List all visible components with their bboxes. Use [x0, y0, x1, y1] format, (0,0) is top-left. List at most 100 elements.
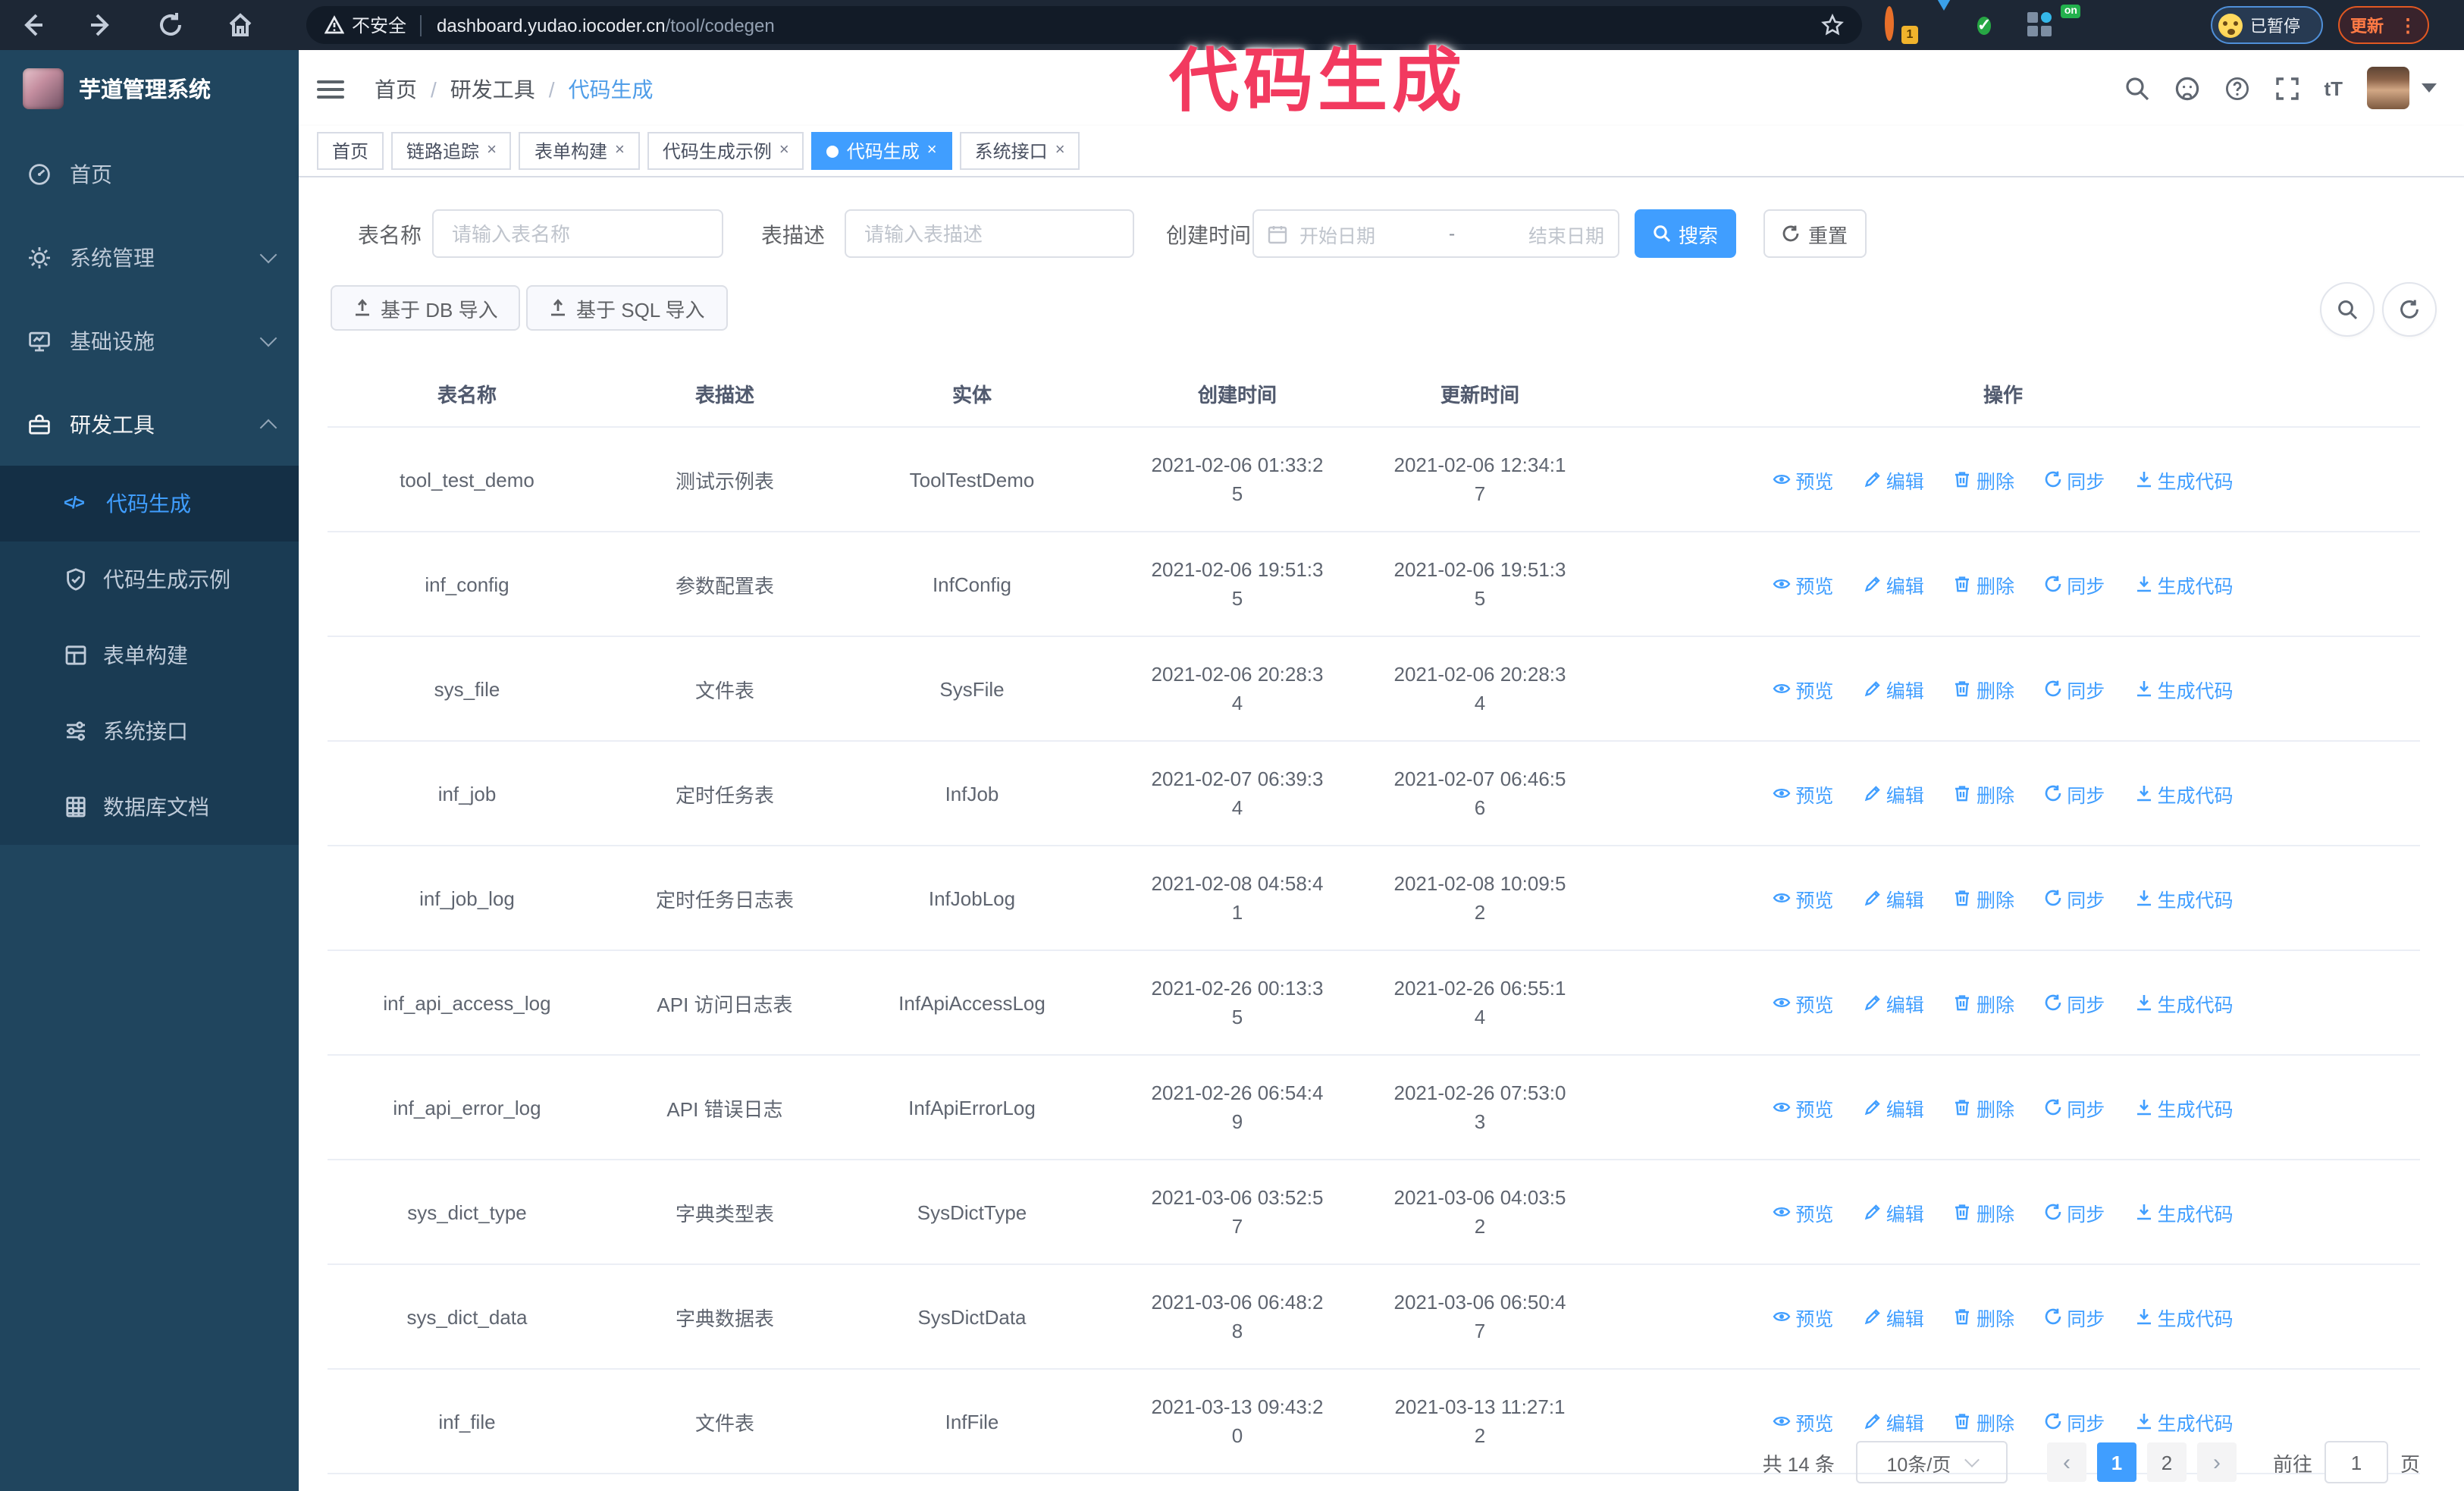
sync-link[interactable]: 同步: [2044, 1407, 2105, 1436]
tab-form-builder[interactable]: 表单构建 ×: [519, 132, 640, 170]
edit-link[interactable]: 编辑: [1864, 1407, 1924, 1436]
fullscreen-icon[interactable]: [2274, 75, 2299, 101]
table-name-input[interactable]: [432, 209, 723, 258]
sync-link[interactable]: 同步: [2044, 1093, 2105, 1122]
sidebar-item-infra[interactable]: 基础设施: [0, 299, 299, 382]
next-page-button[interactable]: ›: [2196, 1442, 2237, 1482]
address-bar[interactable]: 不安全 dashboard.yudao.iocoder.cn /tool/cod…: [306, 6, 1862, 44]
close-icon[interactable]: ×: [927, 142, 937, 159]
sync-link[interactable]: 同步: [2044, 1302, 2105, 1331]
create-time-range-picker[interactable]: 开始日期 - 结束日期: [1252, 209, 1619, 258]
tab-tracing[interactable]: 链路追踪 ×: [391, 132, 512, 170]
close-icon[interactable]: ×: [487, 142, 497, 159]
delete-link[interactable]: 删除: [1954, 988, 2014, 1017]
preview-link[interactable]: 预览: [1773, 884, 1833, 912]
preview-link[interactable]: 预览: [1773, 1407, 1833, 1436]
sidebar-item-codegen[interactable]: </> 代码生成: [0, 466, 299, 541]
user-menu-caret-icon[interactable]: [2422, 83, 2437, 93]
tab-home[interactable]: 首页: [317, 132, 384, 170]
delete-link[interactable]: 删除: [1954, 884, 2014, 912]
sidebar-item-system-api[interactable]: 系统接口: [0, 693, 299, 769]
extension-icon-green[interactable]: [2126, 11, 2155, 39]
hamburger-icon[interactable]: [317, 76, 344, 100]
preview-link[interactable]: 预览: [1773, 570, 1833, 598]
sync-link[interactable]: 同步: [2044, 988, 2105, 1017]
browser-reload-icon[interactable]: [156, 11, 185, 39]
sync-link[interactable]: 同步: [2044, 465, 2105, 494]
extension-icon-gem[interactable]: [1933, 0, 1962, 39]
toggle-search-button[interactable]: [2320, 282, 2375, 337]
edit-link[interactable]: 编辑: [1864, 884, 1924, 912]
breadcrumb-home[interactable]: 首页: [375, 74, 417, 105]
sidebar-item-devtools[interactable]: 研发工具: [0, 382, 299, 466]
generate-code-link[interactable]: 生成代码: [2135, 570, 2234, 598]
preview-link[interactable]: 预览: [1773, 779, 1833, 808]
font-size-icon[interactable]: tT: [2324, 77, 2343, 99]
sync-link[interactable]: 同步: [2044, 674, 2105, 703]
close-icon[interactable]: ×: [779, 142, 789, 159]
import-sql-button[interactable]: 基于 SQL 导入: [526, 285, 728, 331]
delete-link[interactable]: 删除: [1954, 1198, 2014, 1226]
generate-code-link[interactable]: 生成代码: [2135, 674, 2234, 703]
delete-link[interactable]: 删除: [1954, 1302, 2014, 1331]
edit-link[interactable]: 编辑: [1864, 1198, 1924, 1226]
edit-link[interactable]: 编辑: [1864, 674, 1924, 703]
edit-link[interactable]: 编辑: [1864, 988, 1924, 1017]
delete-link[interactable]: 删除: [1954, 674, 2014, 703]
browser-back-icon[interactable]: [18, 11, 47, 39]
edit-link[interactable]: 编辑: [1864, 570, 1924, 598]
breadcrumb-devtools[interactable]: 研发工具: [450, 74, 535, 105]
generate-code-link[interactable]: 生成代码: [2135, 1302, 2234, 1331]
reset-button[interactable]: 重置: [1763, 209, 1867, 258]
extension-icon-check[interactable]: ✓: [1977, 11, 2006, 39]
preview-link[interactable]: 预览: [1773, 1198, 1833, 1226]
table-desc-input[interactable]: [845, 209, 1134, 258]
search-icon[interactable]: [2124, 75, 2149, 101]
edit-link[interactable]: 编辑: [1864, 465, 1924, 494]
tab-system-api[interactable]: 系统接口 ×: [959, 132, 1080, 170]
extension-icon-dark[interactable]: on: [2061, 5, 2103, 39]
generate-code-link[interactable]: 生成代码: [2135, 1093, 2234, 1122]
edit-link[interactable]: 编辑: [1864, 1093, 1924, 1122]
preview-link[interactable]: 预览: [1773, 988, 1833, 1017]
sync-link[interactable]: 同步: [2044, 779, 2105, 808]
page-size-select[interactable]: 10条/页: [1855, 1441, 2008, 1483]
sidebar-item-form-builder[interactable]: 表单构建: [0, 617, 299, 693]
preview-link[interactable]: 预览: [1773, 674, 1833, 703]
goto-page-input[interactable]: [2324, 1441, 2388, 1483]
import-db-button[interactable]: 基于 DB 导入: [331, 285, 521, 331]
extension-icon-orange[interactable]: 1: [1885, 6, 1918, 44]
sidebar-item-codegen-example[interactable]: 代码生成示例: [0, 541, 299, 617]
github-icon[interactable]: [2174, 75, 2199, 101]
sidebar-item-db-doc[interactable]: 数据库文档: [0, 769, 299, 845]
generate-code-link[interactable]: 生成代码: [2135, 988, 2234, 1017]
tab-codegen[interactable]: 代码生成 ×: [811, 132, 952, 170]
preview-link[interactable]: 预览: [1773, 1302, 1833, 1331]
browser-home-icon[interactable]: [226, 11, 255, 39]
browser-forward-icon[interactable]: [86, 11, 115, 39]
delete-link[interactable]: 删除: [1954, 779, 2014, 808]
extension-icon-grid[interactable]: [2026, 11, 2055, 39]
extensions-puzzle-icon[interactable]: [2168, 11, 2197, 39]
close-icon[interactable]: ×: [615, 142, 625, 159]
help-icon[interactable]: [2224, 75, 2249, 101]
delete-link[interactable]: 删除: [1954, 1093, 2014, 1122]
delete-link[interactable]: 删除: [1954, 465, 2014, 494]
profile-paused-badge[interactable]: 已暂停: [2211, 6, 2323, 44]
sidebar-item-system[interactable]: 系统管理: [0, 215, 299, 299]
delete-link[interactable]: 删除: [1954, 570, 2014, 598]
sync-link[interactable]: 同步: [2044, 570, 2105, 598]
generate-code-link[interactable]: 生成代码: [2135, 1407, 2234, 1436]
browser-update-button[interactable]: 更新 ⋮: [2338, 6, 2429, 44]
preview-link[interactable]: 预览: [1773, 465, 1833, 494]
bookmark-star-icon[interactable]: [1821, 14, 1844, 36]
refresh-table-button[interactable]: [2382, 282, 2437, 337]
generate-code-link[interactable]: 生成代码: [2135, 779, 2234, 808]
page-button-2[interactable]: 2: [2146, 1442, 2187, 1482]
tab-codegen-example[interactable]: 代码生成示例 ×: [647, 132, 804, 170]
sync-link[interactable]: 同步: [2044, 1198, 2105, 1226]
delete-link[interactable]: 删除: [1954, 1407, 2014, 1436]
edit-link[interactable]: 编辑: [1864, 1302, 1924, 1331]
page-button-1[interactable]: 1: [2096, 1442, 2136, 1482]
sidebar-item-home[interactable]: 首页: [0, 132, 299, 215]
